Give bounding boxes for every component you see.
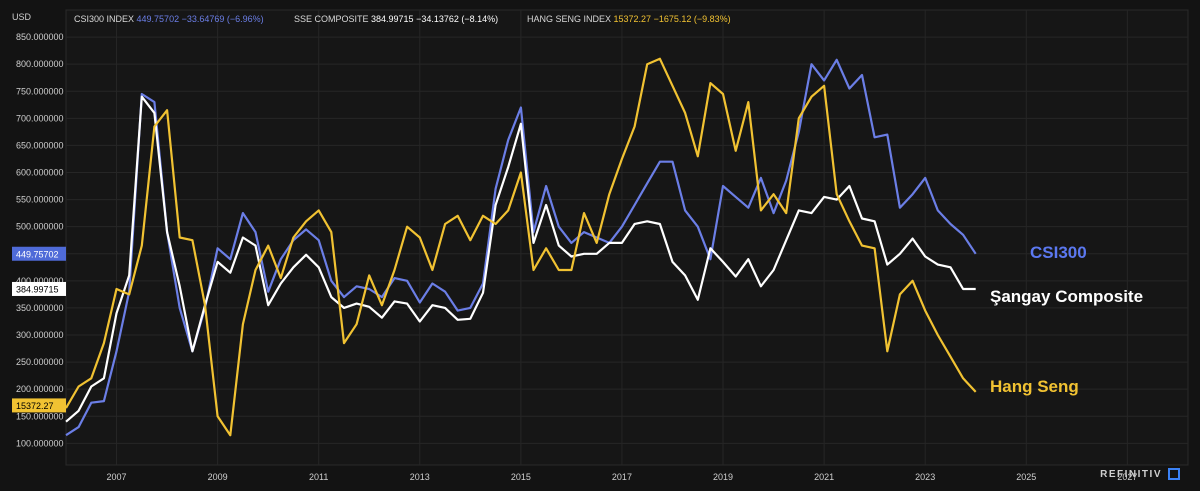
y-tick-label: 650.000000	[16, 140, 64, 150]
legend-name: CSI300 INDEX	[74, 14, 137, 24]
price-tag-label: 449.75702	[16, 249, 59, 259]
legend-value: 15372.27	[614, 14, 654, 24]
x-tick-label: 2017	[612, 472, 632, 482]
refinitiv-logo: REFINITIV	[1100, 468, 1180, 480]
y-tick-label: 500.000000	[16, 222, 64, 232]
y-tick-label: 850.000000	[16, 32, 64, 42]
legend: CSI300 INDEX 449.75702 −33.64769 (−6.96%…	[74, 14, 731, 24]
legend-item: HANG SENG INDEX 15372.27 −1675.12 (−9.83…	[527, 14, 731, 24]
y-tick-label: 300.000000	[16, 330, 64, 340]
x-tick-label: 2009	[208, 472, 228, 482]
x-tick-label: 2015	[511, 472, 531, 482]
legend-name: SSE COMPOSITE	[294, 14, 371, 24]
legend-change: −34.13762 (−8.14%)	[416, 14, 498, 24]
x-tick-label: 2011	[309, 472, 328, 482]
refinitiv-mark-icon	[1168, 468, 1180, 480]
y-tick-label: 700.000000	[16, 113, 64, 123]
series-annotation: Şangay Composite	[990, 287, 1143, 306]
legend-change: −33.64769 (−6.96%)	[182, 14, 264, 24]
y-tick-label: 150.000000	[16, 411, 64, 421]
y-tick-label: 350.000000	[16, 303, 64, 313]
legend-change: −1675.12 (−9.83%)	[654, 14, 731, 24]
y-tick-label: 550.000000	[16, 195, 64, 205]
x-tick-label: 2023	[915, 472, 935, 482]
y-tick-label: 750.000000	[16, 86, 64, 96]
x-tick-label: 2021	[814, 472, 834, 482]
price-tag-label: 15372.27	[16, 401, 54, 411]
legend-value: 449.75702	[137, 14, 182, 24]
x-tick-label: 2007	[107, 472, 127, 482]
legend-item: SSE COMPOSITE 384.99715 −34.13762 (−8.14…	[294, 14, 498, 24]
price-tag-label: 384.99715	[16, 284, 59, 294]
chart-container: 2007 2009 2011 2013 2015 2017 2019 2021 2023 2025…	[0, 0, 1200, 486]
x-tick-label: 2025	[1016, 472, 1036, 482]
currency-label: USD	[12, 12, 32, 22]
y-tick-label: 200.000000	[16, 384, 64, 394]
y-tick-label: 250.000000	[16, 357, 64, 367]
legend-item: CSI300 INDEX 449.75702 −33.64769 (−6.96%…	[74, 14, 264, 24]
x-tick-label: 2013	[410, 472, 430, 482]
series-annotation: Hang Seng	[990, 377, 1079, 396]
x-tick-label: 2019	[713, 472, 733, 482]
y-tick-label: 100.000000	[16, 438, 64, 448]
series-annotation: CSI300	[1030, 243, 1087, 262]
legend-value: 384.99715	[371, 14, 416, 24]
legend-name: HANG SENG INDEX	[527, 14, 614, 24]
y-tick-label: 600.000000	[16, 168, 64, 178]
y-tick-label: 800.000000	[16, 59, 64, 69]
line-chart: 2007 2009 2011 2013 2015 2017 2019 2021 2023 2025…	[0, 0, 1200, 486]
